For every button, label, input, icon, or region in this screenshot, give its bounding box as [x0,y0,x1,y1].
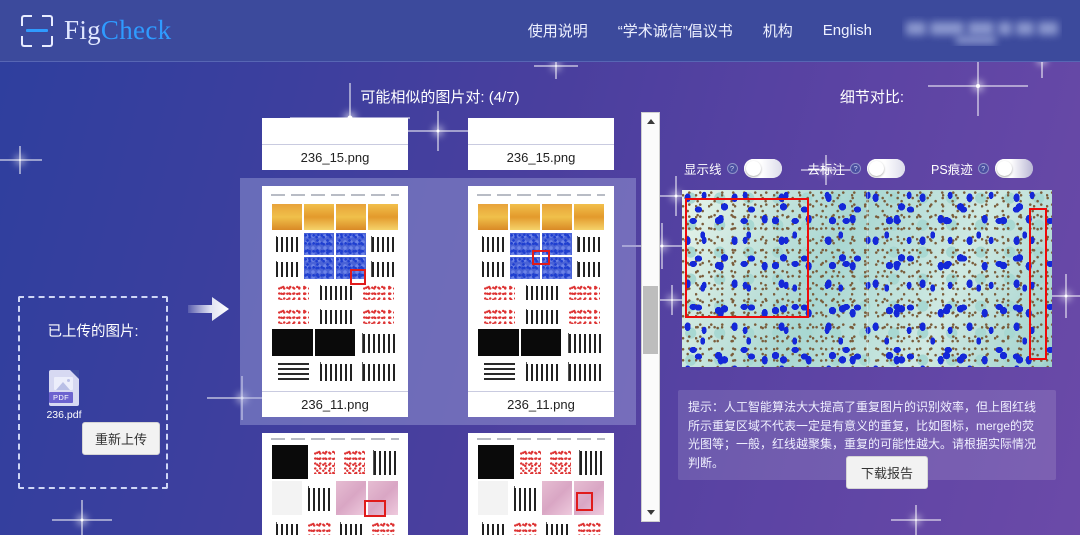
app-header: FigCheck 使用说明 “学术诚信”倡议书 机构 English [0,0,1080,62]
toggle-show-lines[interactable] [743,159,782,178]
detail-comparison-image[interactable] [682,190,1052,367]
nav-item-integrity-pledge[interactable]: “学术诚信”倡议书 [618,20,733,41]
upload-panel-title: 已上传的图片: [47,324,139,340]
triangle-up-icon [646,119,655,124]
pair-thumbnail[interactable] [468,118,614,145]
pairs-title: 可能相似的图片对: (4/7) [360,89,520,106]
pair-thumbnail[interactable] [262,433,408,535]
toggle-group-remove-annotation: 去标注 ? [808,159,906,178]
pair-row[interactable]: 236_15.png 236_15.png [240,110,636,178]
uploaded-file-name: 236.pdf [46,409,82,421]
scan-frame-icon [20,14,54,48]
image-split-seam [867,190,868,367]
pair-card-right[interactable]: 236_11.png [468,186,614,417]
toggle-label-remove-annotation: 去标注 [807,163,846,177]
duplicate-region-box [532,249,551,265]
help-icon[interactable]: ? [850,163,862,174]
scroll-down-button[interactable] [642,504,659,521]
toggle-group-ps-traces: PS痕迹 ? [931,159,1033,178]
duplicate-region-box [576,492,594,512]
nav-item-english[interactable]: English [823,22,872,39]
pair-card-right[interactable] [468,433,614,535]
scroll-up-button[interactable] [642,113,659,130]
nav-item-instructions[interactable]: 使用说明 [528,20,588,41]
help-icon[interactable]: ? [977,163,989,174]
logo[interactable]: FigCheck [20,14,171,48]
duplicate-region-box-left [685,198,809,318]
pair-card-left[interactable]: 236_11.png [262,186,408,417]
pair-label-right: 236_11.png [468,392,614,417]
nav-item-institutions[interactable]: 机构 [763,20,793,41]
help-icon[interactable]: ? [726,163,738,174]
pair-row-selected[interactable]: 236_11.png 236_11.png [240,178,636,425]
pair-row[interactable] [240,425,636,535]
pair-label-right: 236_15.png [468,145,614,170]
pair-label-left: 236_11.png [262,392,408,417]
pair-thumbnail[interactable] [468,433,614,535]
pair-thumbnail[interactable] [262,186,408,392]
toggle-remove-annotation[interactable] [867,159,906,178]
toggle-ps-traces[interactable] [994,159,1033,178]
logo-text-fig: Fig [64,15,101,45]
duplicate-region-box-right [1029,208,1047,360]
pairs-scrollbar[interactable] [641,112,660,522]
pdf-file-icon: PDF [49,370,79,406]
upload-panel[interactable]: 已上传的图片: PDF 236.pdf 重新上传 [18,296,168,489]
pair-thumbnail[interactable] [468,186,614,392]
toggle-label-show-lines: 显示线 [684,163,722,177]
reupload-button[interactable]: 重新上传 [81,422,160,455]
triangle-down-icon [646,510,655,515]
pair-label-left: 236_15.png [262,145,408,170]
download-report-button[interactable]: 下载报告 [846,456,929,489]
user-account-area[interactable] [902,16,1062,46]
uploaded-file-item[interactable]: PDF 236.pdf [34,370,94,421]
pairs-list[interactable]: 236_15.png 236_15.png 236_11.png 236_11.… [240,110,636,535]
logo-text: FigCheck [64,15,171,46]
duplicate-region-box [349,269,366,286]
duplicate-region-box [364,500,387,518]
toggle-group-show-lines: 显示线 ? [684,159,782,178]
pair-thumbnail[interactable] [262,118,408,145]
pair-card-left[interactable] [262,433,408,535]
logo-text-check: Check [100,15,172,45]
pdf-badge-label: PDF [49,392,73,403]
main-nav: 使用说明 “学术诚信”倡议书 机构 English [528,16,1080,46]
toggle-label-ps-traces: PS痕迹 [931,163,973,177]
pair-card-right[interactable]: 236_15.png [468,118,614,170]
scrollbar-thumb[interactable] [643,286,658,354]
arrow-right-icon [188,294,230,324]
detail-toggles: 显示线 ? 去标注 ? PS痕迹 ? [684,159,1059,178]
detail-compare-title: 细节对比: [839,89,905,106]
pair-card-left[interactable]: 236_15.png [262,118,408,170]
